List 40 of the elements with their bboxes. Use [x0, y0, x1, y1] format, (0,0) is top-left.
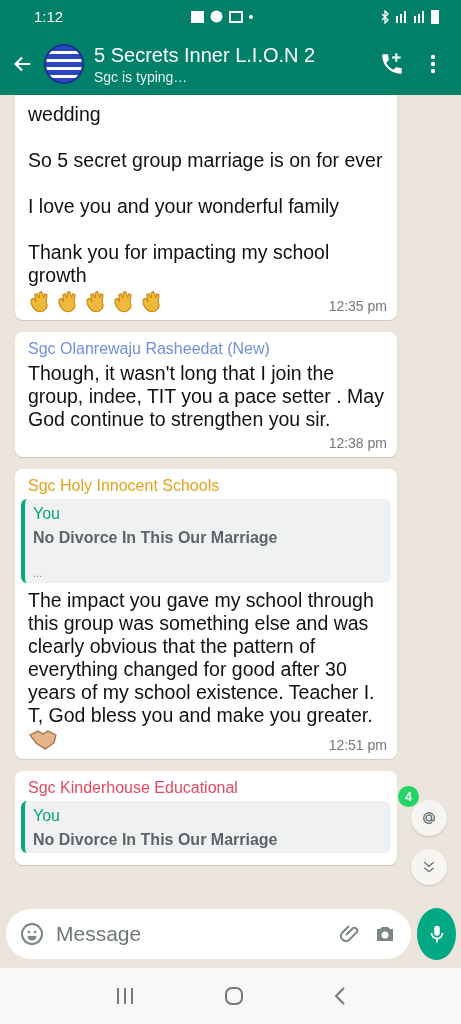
quote-text: No Divorce In This Our Marriage — [33, 529, 279, 547]
message-text: So 5 secret group marriage is on for ever — [28, 149, 384, 172]
battery-icon — [431, 9, 439, 24]
chat-title: 5 Secrets Inner L.I.O.N 2 — [94, 43, 317, 67]
message-text: The impact you gave my school through this group was something else and was clearly obvious that the pattern of everything changed for good after 30 years of my school existence. Teacher I. T, God bless you and make you greater. — [28, 589, 376, 727]
signal-icon — [395, 10, 407, 23]
at-sign-icon[interactable] — [420, 809, 438, 827]
double-chevron-down-icon[interactable] — [421, 859, 437, 875]
quote-ellipsis: ... — [33, 567, 44, 579]
bluetooth-icon — [381, 9, 389, 24]
message-time: 12:35 pm — [328, 298, 387, 314]
quote-author: You — [33, 505, 61, 523]
message-text: I love you and your wonderful family — [28, 195, 341, 218]
microphone-button[interactable] — [417, 908, 456, 960]
sender-name: Sgc Olanrewaju Rasheedat (New) — [28, 340, 271, 358]
group-avatar[interactable] — [44, 44, 84, 84]
mentions-button[interactable] — [411, 800, 447, 836]
recent-apps-icon[interactable] — [114, 987, 135, 1005]
message-time: 12:38 pm — [328, 435, 387, 451]
quoted-message[interactable]: You No Divorce In This Our Marriage ... — [21, 499, 391, 583]
quoted-message[interactable]: You No Divorce In This Our Marriage — [21, 801, 391, 853]
message-time: 12:51 pm — [328, 737, 387, 753]
emoji-icon[interactable] — [20, 922, 44, 946]
message-text: wedding — [28, 103, 102, 126]
back-chevron-icon[interactable] — [332, 986, 347, 1006]
sender-name: Sgc Holy Innocent Schools — [28, 477, 221, 495]
message-field[interactable]: Message — [6, 909, 411, 959]
message-text: Thank you for impacting my school growth — [28, 241, 331, 287]
scroll-down-button[interactable] — [411, 849, 447, 885]
home-icon[interactable] — [223, 986, 244, 1006]
quote-author: You — [33, 807, 61, 825]
typing-status: Sgc is typing… — [94, 68, 189, 85]
signal-icon — [413, 10, 425, 23]
mention-count-badge: 4 — [398, 786, 419, 807]
message-text: Though, it wasn't long that I join the group, indee, TIT you a pace setter . May God continue to strengthen you sir. — [28, 362, 385, 431]
phone-plus-icon[interactable] — [379, 51, 405, 77]
status-time: 1:12 — [34, 8, 64, 25]
dot-icon — [249, 14, 254, 19]
sender-name: Sgc Kinderhouse Educational — [28, 779, 239, 797]
quote-text: No Divorce In This Our Marriage — [33, 831, 279, 849]
